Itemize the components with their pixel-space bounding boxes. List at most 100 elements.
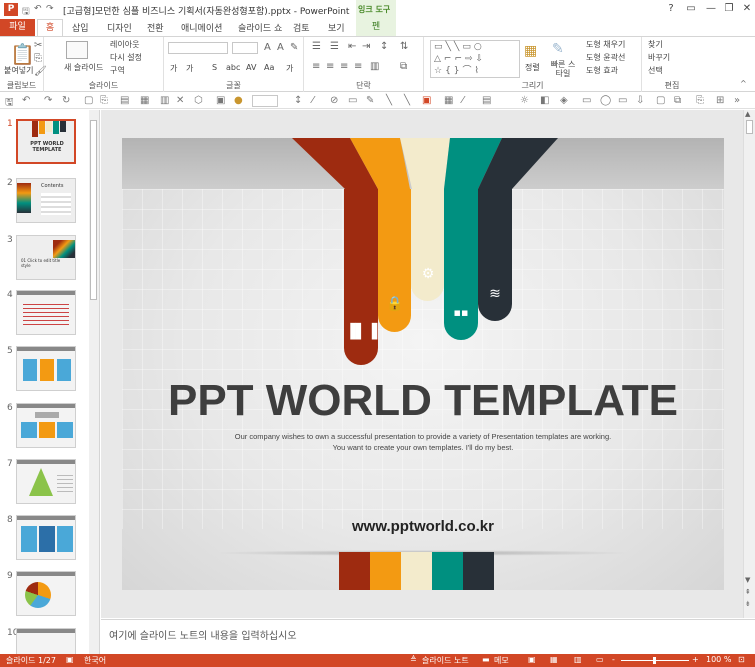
thumbnail-scrollbar[interactable] — [89, 110, 99, 654]
scrollbar-thumb[interactable] — [90, 120, 97, 300]
slide-thumbnail-9[interactable] — [16, 571, 76, 616]
minimize-button[interactable]: — — [704, 3, 718, 16]
arrange-icon[interactable]: ▦ — [524, 43, 537, 59]
slide-thumbnail-6[interactable] — [16, 403, 76, 448]
toolbar-icon[interactable]: ╲ — [404, 95, 410, 106]
new-slide-icon[interactable] — [66, 41, 88, 59]
toolbar-icon[interactable]: ⇩ — [636, 95, 644, 106]
fit-slide-icon[interactable]: ⊡ — [738, 655, 745, 664]
previous-slide-arrow[interactable]: ⇞ — [745, 588, 751, 596]
italic-button[interactable]: 가 — [186, 63, 193, 74]
toolbar-icon[interactable]: ▭ — [582, 95, 591, 106]
slide-sorter-icon[interactable]: ▦ — [550, 655, 558, 664]
toolbar-icon[interactable]: ⧉ — [674, 95, 681, 106]
slide-thumbnail-1[interactable]: PPT WORLD TEMPLATE — [16, 119, 76, 164]
tab-slideshow[interactable]: 슬라이드 쇼 — [238, 21, 282, 34]
find-button[interactable]: 찾기 — [648, 39, 663, 50]
select-button[interactable]: 선택 — [648, 65, 663, 76]
more-icon[interactable]: » — [734, 95, 740, 106]
notes-placeholder[interactable]: 여기에 슬라이드 노트의 내용을 입력하십시오 — [109, 627, 297, 642]
toolbar-icon[interactable]: ◈ — [560, 95, 568, 106]
repeat-icon[interactable]: ↻ — [62, 95, 70, 106]
toolbar-icon[interactable]: ↕ — [294, 95, 302, 106]
tab-view[interactable]: 보기 — [328, 21, 345, 34]
notes-toggle[interactable]: 슬라이드 노트 — [422, 655, 469, 666]
toolbar-icon[interactable]: ⎘ — [100, 95, 108, 106]
slide-url[interactable]: www.pptworld.co.kr — [122, 518, 724, 535]
copy-icon[interactable]: ⎘ — [34, 53, 42, 64]
tab-insert[interactable]: 삽입 — [72, 21, 89, 34]
bullets-icon[interactable]: ☰ — [312, 41, 321, 52]
toolbar-icon[interactable]: ◯ — [600, 95, 611, 106]
reset-button[interactable]: 다시 설정 — [110, 52, 142, 63]
align-center-icon[interactable]: ≡ — [326, 61, 334, 72]
new-slide-button[interactable]: 새 슬라이드 — [64, 62, 103, 73]
zoom-in-button[interactable]: + — [692, 655, 699, 664]
slide-thumbnail-5[interactable] — [16, 346, 76, 391]
arrange-button[interactable]: 정렬 — [525, 62, 540, 73]
shape-effects-button[interactable]: 도형 효과 — [586, 65, 618, 76]
zoom-out-button[interactable]: - — [612, 655, 615, 664]
maximize-button[interactable]: ❐ — [722, 3, 736, 16]
tab-animations[interactable]: 애니메이션 — [181, 21, 222, 34]
scroll-down-arrow[interactable]: ▼ — [745, 576, 750, 584]
toolbar-icon[interactable]: ✎ — [366, 95, 374, 106]
toolbar-icon[interactable]: ▦ — [140, 95, 149, 106]
paste-icon[interactable]: 📋 — [10, 42, 35, 66]
cut-icon[interactable]: ✂ — [34, 40, 42, 51]
help-button[interactable]: ? — [664, 3, 678, 16]
slide-thumbnail-10[interactable] — [16, 628, 76, 654]
tab-transitions[interactable]: 전환 — [147, 21, 164, 34]
palette-icon[interactable]: ● — [234, 95, 243, 106]
zoom-slider-handle[interactable] — [653, 657, 656, 664]
shape-fill-button[interactable]: 도형 채우기 — [586, 39, 625, 50]
toolbar-icon[interactable]: ⎘ — [696, 95, 704, 106]
align-right-icon[interactable]: ≡ — [340, 61, 348, 72]
align-left-icon[interactable]: ≡ — [312, 61, 320, 72]
line-spacing-icon[interactable]: ↕ — [380, 41, 388, 52]
smartart-icon[interactable]: ⧉ — [400, 61, 407, 72]
shadow-button[interactable]: S — [212, 63, 217, 72]
normal-view-icon[interactable]: ▣ — [528, 655, 536, 664]
font-name-dropdown[interactable] — [168, 42, 228, 54]
quick-styles-button[interactable]: 빠른 스타일 — [548, 60, 578, 78]
toolbar-icon[interactable]: ▢ — [656, 95, 665, 106]
redo-icon[interactable]: ↷ — [44, 95, 52, 106]
spacing-button[interactable]: AV — [246, 63, 256, 72]
toolbar-icon[interactable]: ⊞ — [716, 95, 724, 106]
columns-icon[interactable]: ▥ — [370, 61, 379, 72]
indent-decrease-icon[interactable]: ⇤ — [348, 41, 356, 52]
zoom-level[interactable]: 100 % — [706, 655, 731, 664]
toolbar-icon[interactable]: ▦ — [444, 95, 453, 106]
justify-icon[interactable]: ≡ — [354, 61, 362, 72]
tab-home[interactable]: 홈 — [37, 19, 63, 36]
numbering-icon[interactable]: ☰ — [330, 41, 339, 52]
close-button[interactable]: ✕ — [740, 3, 754, 16]
bold-button[interactable]: 가 — [170, 63, 177, 74]
slide-title[interactable]: PPT WORLD TEMPLATE — [122, 376, 724, 426]
scroll-up-arrow[interactable]: ▲ — [745, 110, 750, 118]
language-indicator[interactable]: 한국어 — [84, 655, 106, 666]
indent-increase-icon[interactable]: ⇥ — [362, 41, 370, 52]
clear-format-icon[interactable]: ✎ — [290, 42, 298, 53]
toolbar-icon[interactable]: ▢ — [84, 95, 93, 106]
quick-styles-icon[interactable]: ✎ — [552, 41, 564, 57]
slide-subtitle-line-2[interactable]: You want to create your own templates. I… — [122, 443, 724, 452]
shrink-font-icon[interactable]: A — [277, 42, 284, 53]
current-slide[interactable]: ▐▌▐ 🔒 ⚙ ▪▪ ≋ PPT WORLD TEMPLATE Our comp… — [122, 138, 724, 590]
shapes-gallery[interactable]: ▭╲╲▭○ △⌐⌐⇨⇩ ☆{}⌒⌇ — [430, 40, 520, 78]
paste-button[interactable]: 붙여넣기 — [4, 65, 33, 76]
grow-font-icon[interactable]: A — [264, 42, 271, 53]
scrollbar-thumb[interactable] — [746, 120, 753, 134]
undo-icon[interactable]: ↶ — [34, 4, 42, 14]
shape-outline-button[interactable]: 도형 윤곽선 — [586, 52, 625, 63]
slide-thumbnail-8[interactable] — [16, 515, 76, 560]
slideshow-icon[interactable]: ▭ — [596, 655, 604, 664]
font-color-button[interactable]: 가 — [286, 63, 293, 74]
toolbar-icon[interactable]: ⬡ — [194, 95, 203, 106]
next-slide-arrow[interactable]: ⇟ — [745, 600, 751, 608]
slide-subtitle-line-1[interactable]: Our company wishes to own a successful p… — [122, 432, 724, 441]
toolbar-icon[interactable]: ▤ — [120, 95, 129, 106]
tab-design[interactable]: 디자인 — [107, 21, 132, 34]
toolbar-icon[interactable]: ▣ — [422, 95, 431, 106]
